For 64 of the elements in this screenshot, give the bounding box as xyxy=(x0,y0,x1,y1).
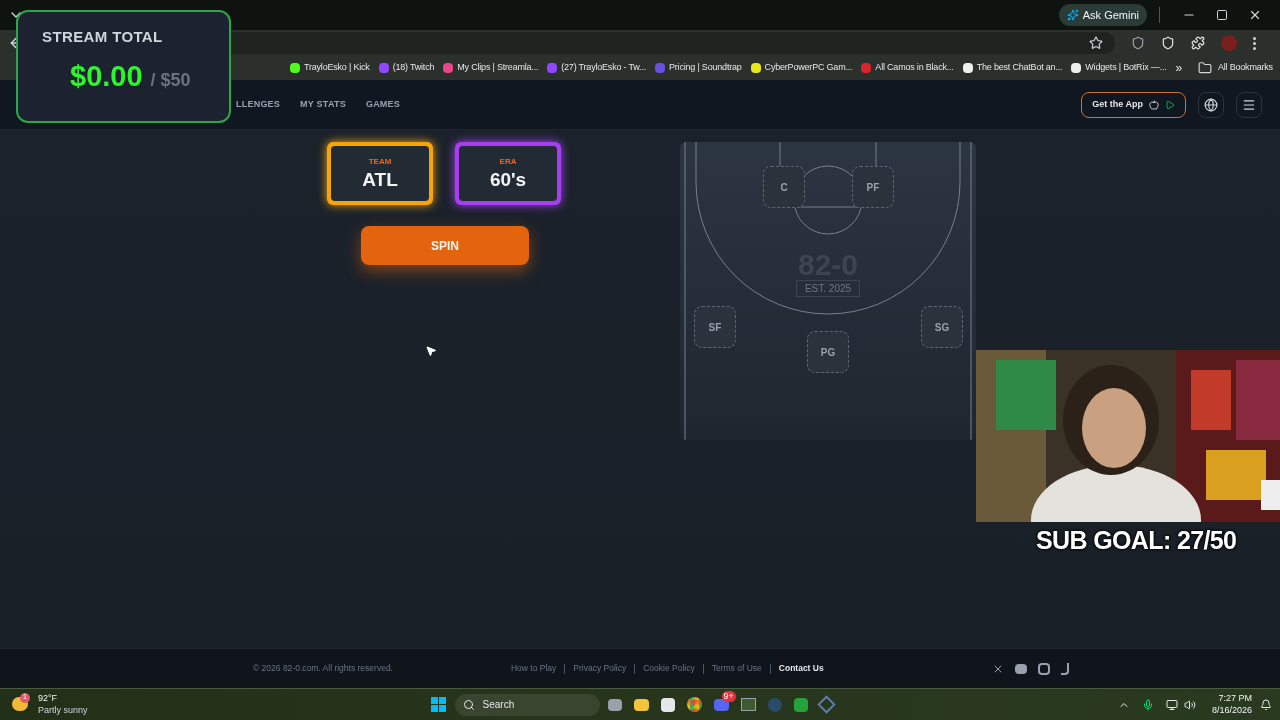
position-slot[interactable]: SF xyxy=(694,306,736,348)
footer-link[interactable]: Privacy Policy xyxy=(573,662,627,675)
network-icon[interactable] xyxy=(1165,698,1178,711)
position-slot[interactable]: SG xyxy=(921,306,963,348)
weather-description: Partly sunny xyxy=(38,704,88,716)
donation-amount: $0.00 xyxy=(70,58,143,94)
donation-goal: / $50 xyxy=(150,68,191,92)
language-button[interactable] xyxy=(1198,91,1224,118)
mouse-pointer-icon xyxy=(425,345,437,357)
position-slot[interactable]: PF xyxy=(852,166,894,208)
bookmark-item[interactable]: My Clips | Streamla... xyxy=(443,61,539,75)
close-icon[interactable] xyxy=(1248,8,1262,22)
footer-link[interactable]: Cookie Policy xyxy=(643,662,695,675)
clock[interactable]: 7:27 PM 8/16/2026 xyxy=(1211,693,1252,716)
position-slot[interactable]: PG xyxy=(807,331,849,373)
bookmark-item[interactable]: The best ChatBot an... xyxy=(962,61,1063,75)
all-bookmarks-button[interactable]: All Bookmarks xyxy=(1198,61,1273,75)
start-button[interactable] xyxy=(430,697,446,712)
bookmark-item[interactable]: Widgets | BotRix —... xyxy=(1071,61,1167,75)
folder-icon xyxy=(1198,61,1212,75)
footer-link[interactable]: How to Play xyxy=(510,662,557,675)
nav-link[interactable]: LLENGES xyxy=(236,97,281,112)
menu-button[interactable] xyxy=(1236,91,1262,118)
bookmark-item[interactable]: CyberPowerPC Gam... xyxy=(750,61,853,75)
copyright-text: © 2026 82-0.com. All rights reserved. xyxy=(253,662,393,675)
play-icon xyxy=(1165,99,1175,110)
position-slot[interactable]: C xyxy=(763,166,805,208)
globe-icon xyxy=(1204,97,1218,112)
cube-app-icon[interactable] xyxy=(816,695,836,714)
bookmark-item[interactable]: Pricing | Soundtrap xyxy=(655,61,742,75)
extensions-icon[interactable] xyxy=(1191,36,1205,50)
footer-link[interactable]: Contact Us xyxy=(778,662,824,675)
bookmark-item[interactable]: TrayloEsko | Kick xyxy=(290,61,370,75)
footer-link[interactable]: Terms of Use xyxy=(711,662,762,675)
bookmark-item[interactable]: (27) TrayloEsko - Tw... xyxy=(547,61,646,75)
ask-gemini-button[interactable]: Ask Gemini xyxy=(1058,4,1147,26)
volume-icon[interactable] xyxy=(1183,698,1196,711)
restore-icon[interactable] xyxy=(1216,9,1228,21)
bookmark-item[interactable]: All Camos in Black... xyxy=(861,61,954,75)
sparkle-icon xyxy=(1066,9,1079,21)
browser-app-icon[interactable] xyxy=(686,697,702,712)
apple-icon xyxy=(1149,99,1159,110)
search-icon xyxy=(462,698,475,711)
card-label: ERA xyxy=(499,155,517,168)
card-value: 60's xyxy=(489,167,527,192)
shield-icon[interactable] xyxy=(1131,36,1145,50)
nav-link[interactable]: MY STATS xyxy=(300,97,346,112)
more-menu-icon[interactable] xyxy=(1253,36,1256,50)
bookmark-star-icon[interactable] xyxy=(1089,36,1103,50)
microphone-icon[interactable] xyxy=(1141,698,1154,711)
notifications-icon[interactable] xyxy=(1260,698,1272,711)
more-bookmarks-button[interactable]: » xyxy=(1175,59,1182,77)
search-field[interactable]: Search xyxy=(454,693,600,716)
notification-badge: 9+ xyxy=(721,690,736,702)
court-logo-subtitle: EST. 2025 xyxy=(795,280,861,297)
overlay-title: STREAM TOTAL xyxy=(42,27,164,47)
nav-link[interactable]: GAMES xyxy=(365,97,401,112)
get-app-button[interactable]: Get the App xyxy=(1081,91,1186,118)
sub-goal-text: SUB GOAL: 27/50 xyxy=(1036,525,1237,556)
card-value: ATL xyxy=(362,167,398,192)
weather-temperature: 92°F xyxy=(38,693,59,705)
bookmark-item[interactable]: (18) Twitch xyxy=(378,61,435,75)
menu-icon xyxy=(1242,97,1256,112)
card-label: TEAM xyxy=(368,155,392,168)
